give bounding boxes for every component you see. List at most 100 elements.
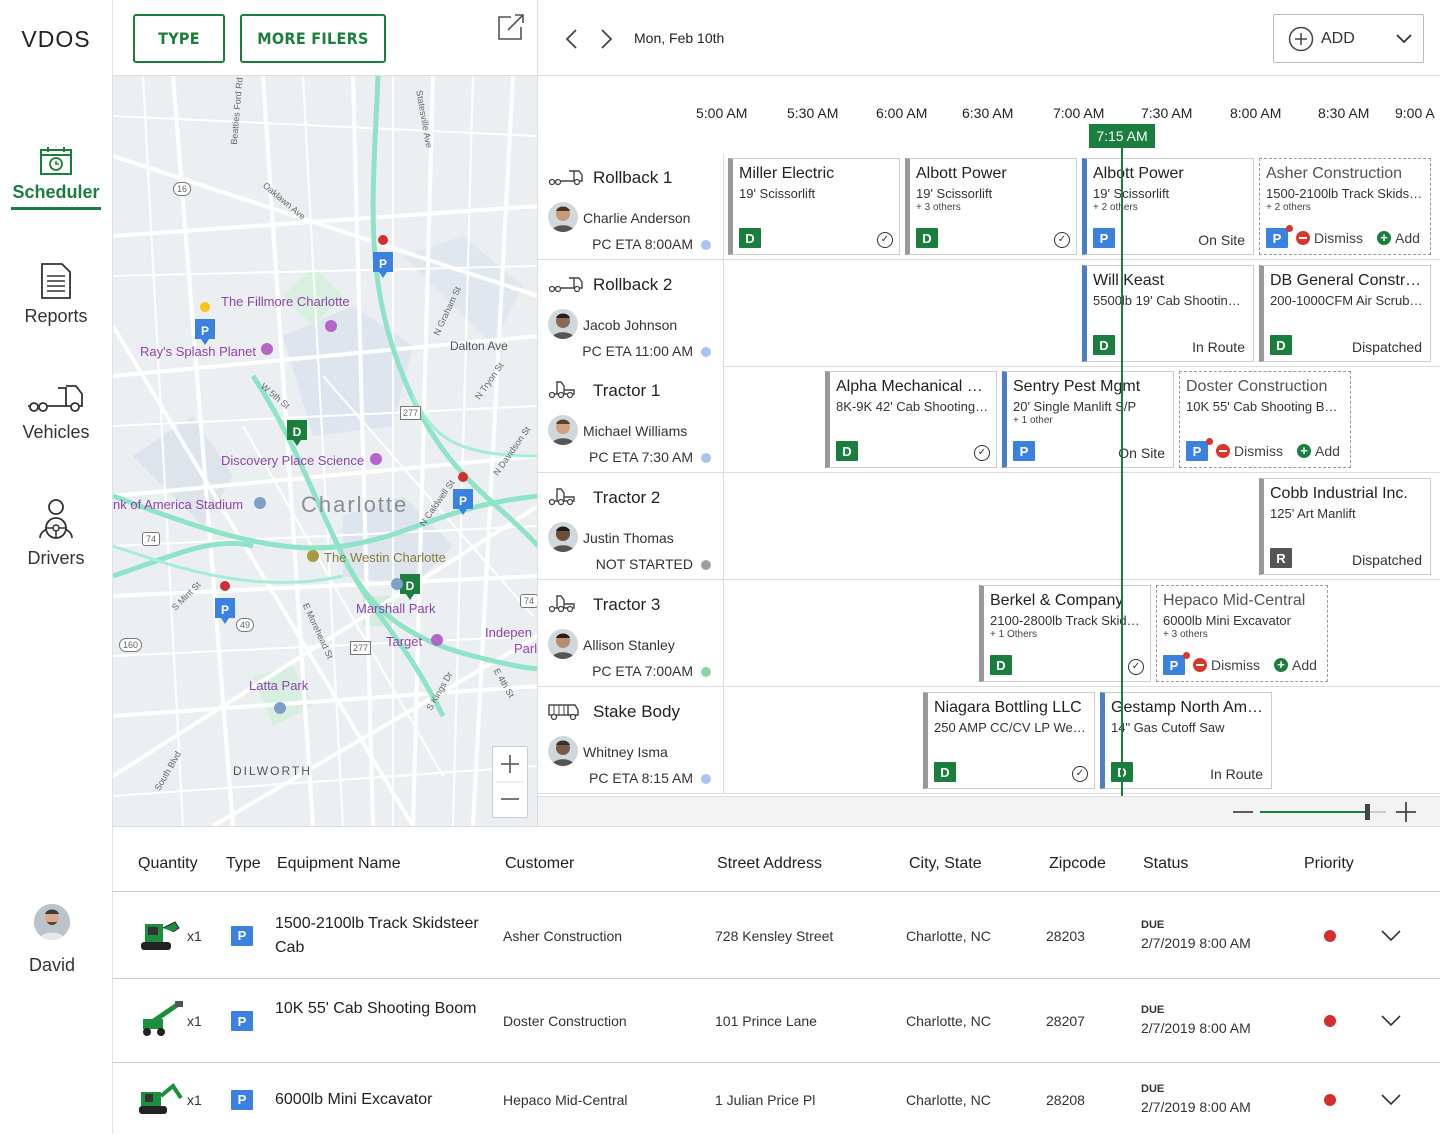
column-header[interactable]: Type xyxy=(226,855,261,873)
vehicle-label[interactable]: Tractor 3 Allison Stanley PC ETA 7:00AM xyxy=(538,580,724,686)
job-customer: Albott Power xyxy=(916,165,1007,182)
add-dropdown-button[interactable]: ADD xyxy=(1273,14,1424,63)
job-customer: Doster Construction xyxy=(1186,378,1328,395)
alert-dot xyxy=(1206,438,1213,445)
job-type-badge: P xyxy=(1186,441,1208,461)
column-header[interactable]: City, State xyxy=(909,855,982,873)
pin-icon: P xyxy=(373,235,393,278)
vehicle-icon xyxy=(548,702,580,725)
time-tick: 6:00 AM xyxy=(876,105,928,121)
job-card[interactable]: Will Keast 5500lb 19' Cab Shooting Boom D I… xyxy=(1082,265,1254,362)
dismiss-button[interactable]: Dismiss xyxy=(1211,657,1260,673)
check-circle-icon: ✓ xyxy=(974,445,990,461)
job-card[interactable]: Sentry Pest Mgmt 20' Single Manlift S/P + … xyxy=(1002,371,1174,468)
add-button[interactable]: Add xyxy=(1395,230,1420,246)
job-others: + 2 others xyxy=(1093,202,1138,213)
dismiss-button[interactable]: Dismiss xyxy=(1234,443,1283,459)
column-header[interactable]: Quantity xyxy=(138,855,198,873)
job-card[interactable]: Cobb Industrial Inc. 125' Art Manlift R Dis… xyxy=(1259,478,1431,575)
zipcode-cell: 28208 xyxy=(1046,1091,1085,1108)
type-filter-button[interactable]: TYPE xyxy=(133,14,225,63)
vehicle-icon xyxy=(548,595,576,618)
vehicle-label[interactable]: Rollback 1 Charlie Anderson PC ETA 8:00AM xyxy=(538,153,724,259)
expand-row-chevron-icon[interactable] xyxy=(1380,1093,1402,1107)
more-filters-button[interactable]: MORE FILERS xyxy=(240,14,386,63)
timeline: 5:00 AM 5:30 AM 6:00 AM 6:30 AM 7:00 AM 7:30 … xyxy=(538,76,1440,826)
zipcode-cell: 28207 xyxy=(1046,1013,1085,1029)
column-header[interactable]: Equipment Name xyxy=(277,855,401,873)
job-customer: Niagara Bottling LLC xyxy=(934,699,1082,716)
zoom-out-icon[interactable] xyxy=(1232,804,1254,820)
vehicle-icon xyxy=(548,275,584,298)
vehicle-label[interactable]: Tractor 2 Justin Thomas NOT STARTED xyxy=(538,473,724,579)
column-header[interactable]: Street Address xyxy=(717,855,822,873)
job-card[interactable]: Albott Power 19' Scissorlift + 3 others D ✓ xyxy=(905,158,1077,255)
column-header[interactable]: Customer xyxy=(505,855,574,873)
job-card[interactable]: Berkel & Company 2100-2800lb Track Skidst… xyxy=(979,585,1151,682)
map-zoom-in-icon xyxy=(501,755,519,773)
sidebar-item-label: Vehicles xyxy=(22,422,90,442)
vehicle-label[interactable]: Rollback 2 Jacob Johnson PC ETA 11:00 AM xyxy=(538,260,724,366)
job-card[interactable]: Asher Construction 1500-2100lb Track Skid… xyxy=(1259,158,1431,255)
prev-day-icon[interactable] xyxy=(564,28,580,50)
job-type-badge: P xyxy=(1093,228,1115,248)
job-card[interactable]: Hepaco Mid-Central 6000lb Mini Excavator +… xyxy=(1156,585,1328,682)
due-date: 2/7/2019 8:00 AM xyxy=(1141,934,1251,951)
sidebar-item-vehicles[interactable]: Vehicles xyxy=(0,382,112,443)
due-date: 2/7/2019 8:00 AM xyxy=(1141,1020,1251,1036)
driver-avatar xyxy=(548,629,578,659)
job-card[interactable]: Doster Construction 10K 55' Cab Shooting … xyxy=(1179,371,1351,468)
job-card[interactable]: Albott Power 19' Scissorlift + 2 others P On… xyxy=(1082,158,1254,255)
map-view[interactable]: The Fillmore Charlotte Ray's Splash Plan… xyxy=(113,76,538,826)
external-link-icon[interactable] xyxy=(497,13,525,41)
sidebar-item-drivers[interactable]: Drivers xyxy=(0,498,112,569)
time-tick: 5:00 AM xyxy=(696,105,748,121)
eta-status-dot xyxy=(701,347,711,357)
job-type-badge: D xyxy=(1270,335,1292,355)
svg-text:D: D xyxy=(293,425,302,439)
column-header[interactable]: Priority xyxy=(1304,855,1354,873)
job-card[interactable]: Alpha Mechanical Services 8K-9K 42' Cab S… xyxy=(825,371,997,468)
vehicle-label[interactable]: Stake Body Whitney Isma PC ETA 8:15 AM xyxy=(538,687,724,793)
equipment-name: 10K 55' Cab Shooting Boom xyxy=(275,1000,477,1017)
add-button[interactable]: Add xyxy=(1315,443,1340,459)
user-avatar[interactable] xyxy=(34,904,70,940)
table-row[interactable]: x1 P 6000lb Mini Excavator Hepaco Mid-Centr… xyxy=(113,1062,1440,1135)
zoom-slider[interactable] xyxy=(1260,801,1388,823)
table-row[interactable]: x1 P 10K 55' Cab Shooting Boom Doster Const… xyxy=(113,978,1440,1062)
vehicle-icon xyxy=(548,488,576,511)
app-logo: VDOS xyxy=(21,26,91,52)
job-equipment: 19' Scissorlift xyxy=(1093,186,1170,201)
table-row[interactable]: x1 P 1500-2100lb Track Skidsteer Cab Asher … xyxy=(113,891,1440,978)
dismiss-button[interactable]: Dismiss xyxy=(1314,230,1363,246)
sidebar-item-scheduler[interactable]: Scheduler xyxy=(0,146,112,210)
expand-row-chevron-icon[interactable] xyxy=(1380,1014,1402,1028)
column-header[interactable]: Zipcode xyxy=(1049,855,1106,873)
calendar-clock-icon xyxy=(40,147,72,175)
job-customer: DB General Construction xyxy=(1270,272,1424,289)
job-card[interactable]: Niagara Bottling LLC 250 AMP CC/CV LP Wel… xyxy=(923,692,1095,789)
vehicle-label[interactable]: Tractor 1 Michael Williams PC ETA 7:30 AM xyxy=(538,366,724,472)
pin-icon: P xyxy=(215,581,235,624)
next-day-icon[interactable] xyxy=(598,28,614,50)
job-card[interactable]: DB General Construction 200-1000CFM Air S… xyxy=(1259,265,1431,362)
job-equipment: 125' Art Manlift xyxy=(1270,506,1356,521)
expand-row-chevron-icon[interactable] xyxy=(1380,929,1402,943)
driver-eta: PC ETA 8:00AM xyxy=(592,236,693,252)
eta-status-dot xyxy=(701,667,711,677)
sidebar-item-reports[interactable]: Reports xyxy=(0,262,112,327)
customer-cell: Hepaco Mid-Central xyxy=(503,1091,628,1108)
job-card[interactable]: Gestamp North America14" Gas Cutoff SawD… xyxy=(1100,692,1272,789)
current-time-label: 7:15 AM xyxy=(1089,124,1155,148)
map-pins: P P D P D P xyxy=(195,235,473,714)
dismiss-icon xyxy=(1216,444,1230,458)
job-equipment: 250 AMP CC/CV LP Welder xyxy=(934,720,1088,735)
equipment-thumbnail xyxy=(137,1078,185,1123)
column-header[interactable]: Status xyxy=(1143,855,1188,873)
zoom-in-icon[interactable] xyxy=(1395,801,1417,823)
status-label: DUE xyxy=(1141,1082,1165,1095)
add-button[interactable]: Add xyxy=(1292,657,1317,673)
job-others: + 1 other xyxy=(1013,415,1053,426)
quantity-cell: x1 xyxy=(187,1091,202,1108)
job-card[interactable]: Miller Electric 19' Scissorlift D ✓ xyxy=(728,158,900,255)
